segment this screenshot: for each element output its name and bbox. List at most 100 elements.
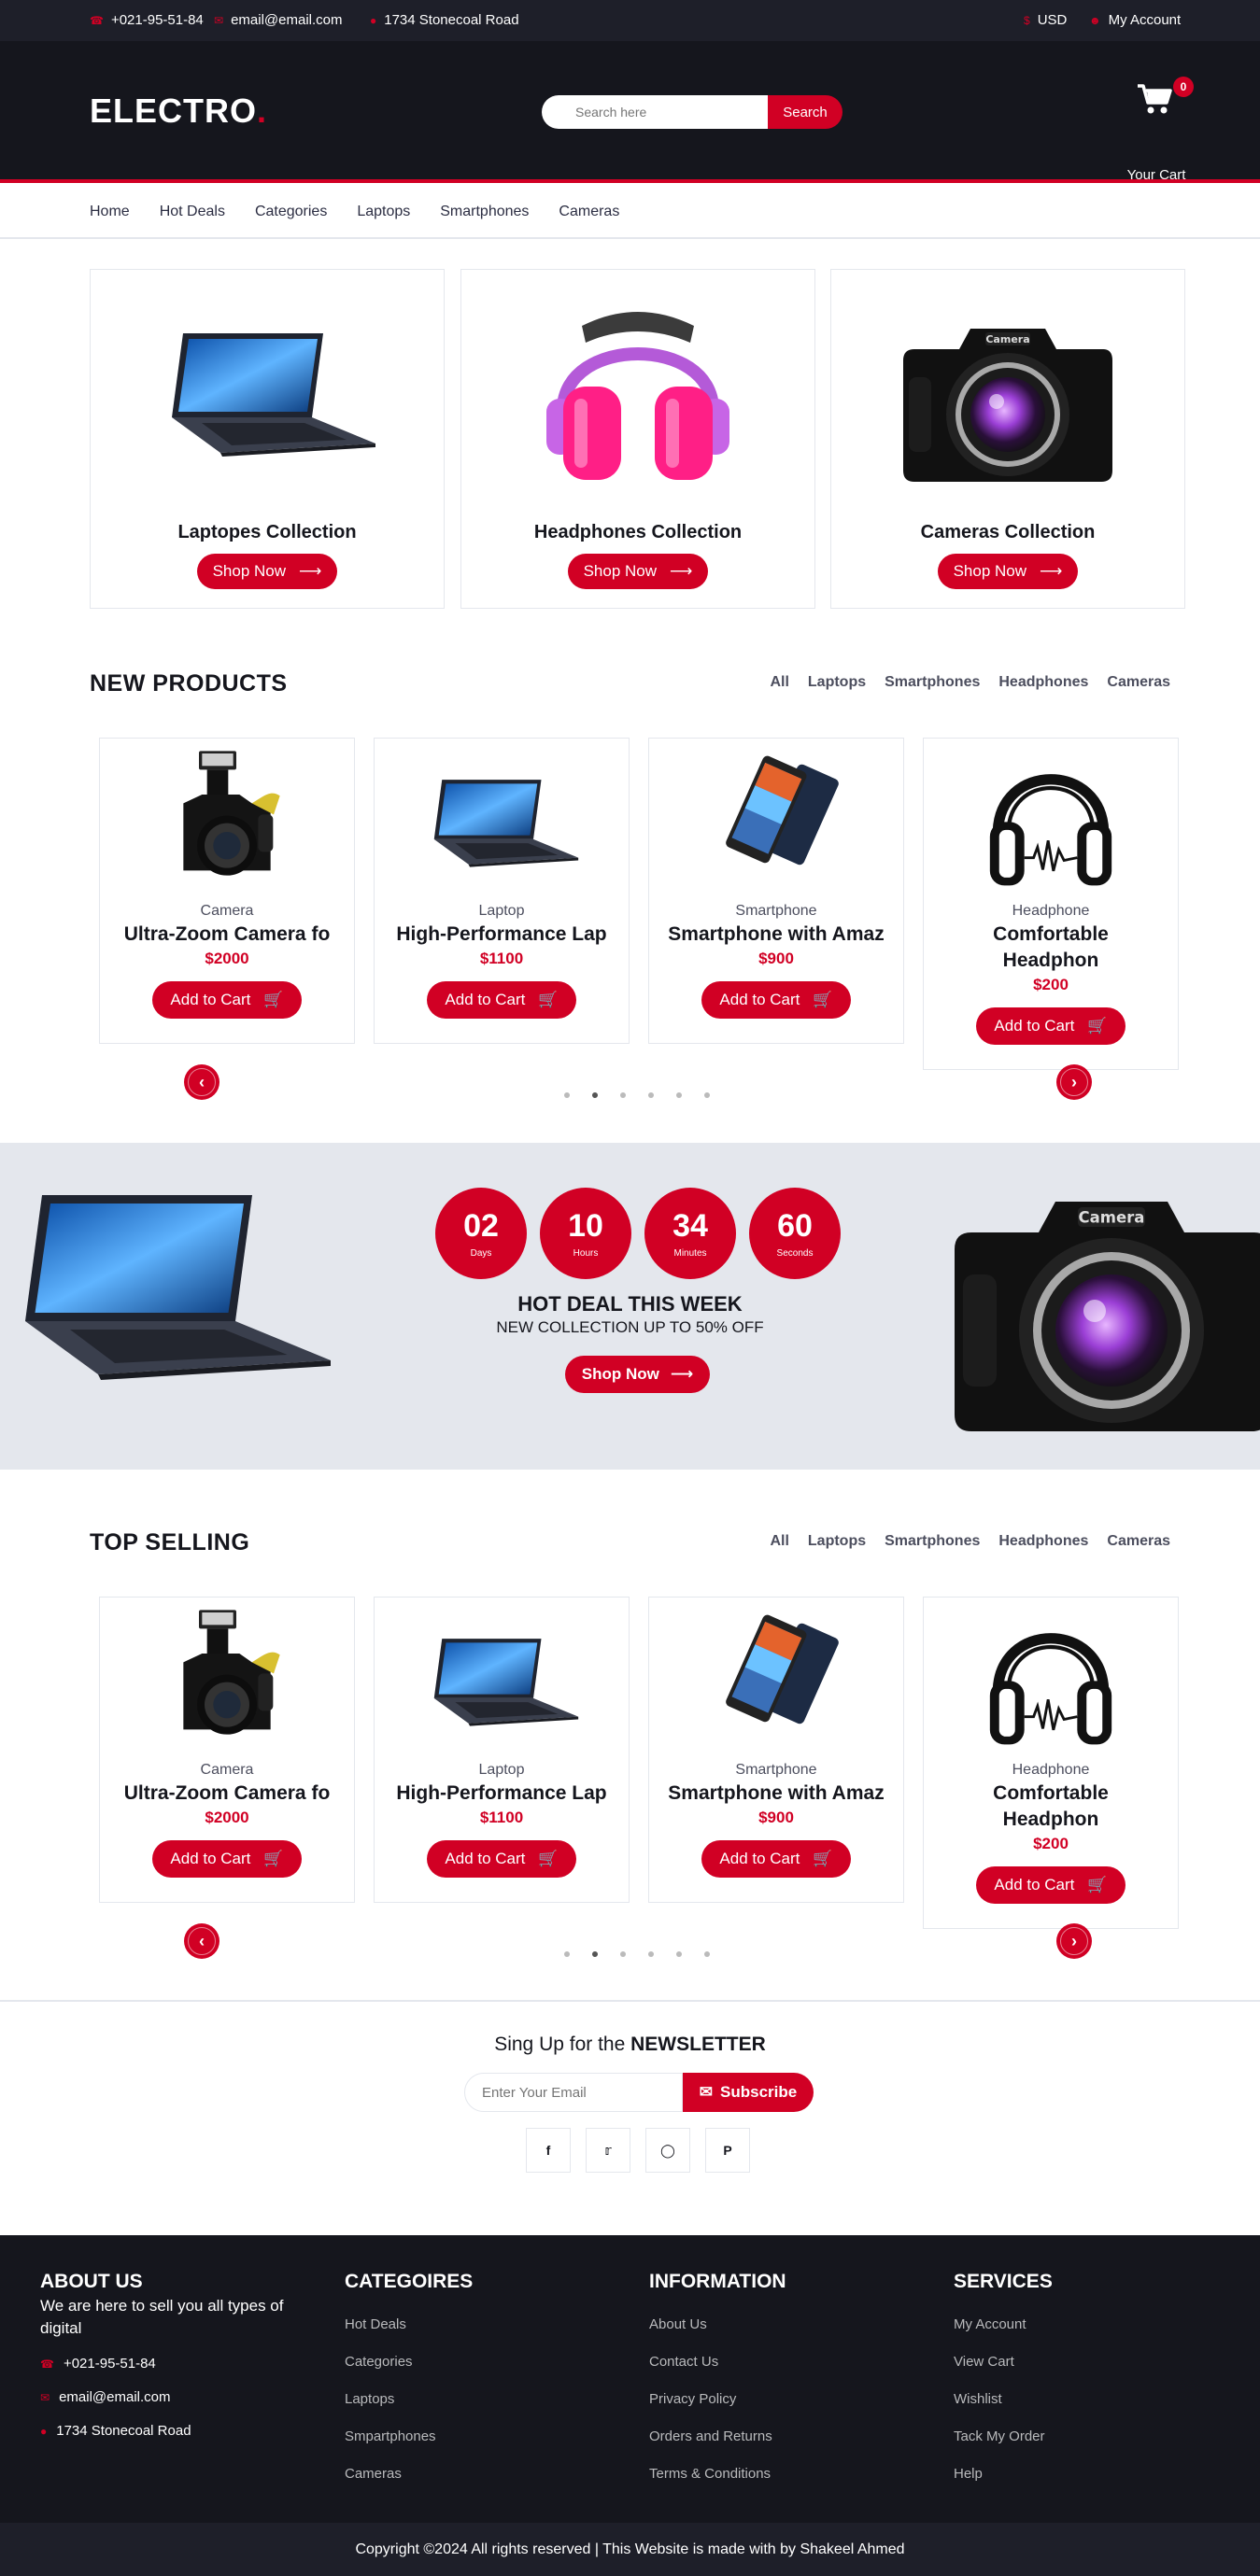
add-to-cart-button[interactable]: Add to Cart 🛒 bbox=[976, 1007, 1126, 1045]
carousel-next-button[interactable]: › bbox=[1056, 1064, 1092, 1100]
footer-link[interactable]: Laptops bbox=[345, 2381, 473, 2418]
nav-hot-deals[interactable]: Hot Deals bbox=[160, 204, 225, 220]
footer-link[interactable]: View Cart bbox=[954, 2344, 1053, 2381]
nav-home[interactable]: Home bbox=[90, 204, 130, 220]
collection-card-headphones[interactable]: Headphones Collection Shop Now ⟶ bbox=[460, 269, 815, 609]
search-input[interactable] bbox=[542, 95, 768, 129]
footer-link[interactable]: Cameras bbox=[345, 2456, 473, 2493]
footer-link[interactable]: About Us bbox=[649, 2306, 786, 2344]
carousel-dot[interactable] bbox=[676, 1092, 682, 1098]
carousel-dot-active[interactable] bbox=[592, 1951, 598, 1957]
footer-link[interactable]: Terms & Conditions bbox=[649, 2456, 786, 2493]
twitter-icon[interactable]: 𝕣 bbox=[586, 2128, 630, 2173]
carousel-dot[interactable] bbox=[648, 1092, 654, 1098]
product-card[interactable]: Smartphone Smartphone with Amaz $900 Add… bbox=[648, 1597, 904, 1903]
nav-laptops[interactable]: Laptops bbox=[357, 204, 410, 220]
carousel-dot[interactable] bbox=[704, 1951, 710, 1957]
pinterest-icon[interactable]: P bbox=[705, 2128, 750, 2173]
tab-smartphones[interactable]: Smartphones bbox=[885, 1533, 980, 1550]
footer-link[interactable]: Categories bbox=[345, 2344, 473, 2381]
footer-link[interactable]: Help bbox=[954, 2456, 1053, 2493]
add-to-cart-button[interactable]: Add to Cart 🛒 bbox=[427, 981, 576, 1019]
footer-link[interactable]: Contact Us bbox=[649, 2344, 786, 2381]
carousel-dot[interactable] bbox=[676, 1951, 682, 1957]
footer-phone[interactable]: ☎ +021-95-51-84 bbox=[40, 2347, 311, 2381]
tab-all[interactable]: All bbox=[770, 674, 788, 691]
product-card[interactable]: Camera Ultra-Zoom Camera fo $2000 Add to… bbox=[99, 738, 355, 1044]
carousel-dot[interactable] bbox=[564, 1092, 570, 1098]
carousel-dot[interactable] bbox=[564, 1951, 570, 1957]
product-name[interactable]: Ultra-Zoom Camera fo bbox=[100, 1781, 354, 1807]
carousel-dot-active[interactable] bbox=[592, 1092, 598, 1098]
add-to-cart-button[interactable]: Add to Cart 🛒 bbox=[152, 1840, 302, 1878]
product-name[interactable]: High-Performance Lap bbox=[375, 1781, 629, 1807]
tab-smartphones[interactable]: Smartphones bbox=[885, 674, 980, 691]
footer-address[interactable]: ● 1734 Stonecoal Road bbox=[40, 2414, 311, 2448]
logo[interactable]: ELECTRO. bbox=[90, 91, 267, 131]
instagram-icon[interactable]: ◯ bbox=[645, 2128, 690, 2173]
facebook-icon[interactable]: f bbox=[526, 2128, 571, 2173]
footer-email[interactable]: ✉ email@email.com bbox=[40, 2381, 311, 2414]
product-name[interactable]: Comfortable Headphon bbox=[924, 1781, 1178, 1833]
tab-laptops[interactable]: Laptops bbox=[808, 674, 866, 691]
collection-card-cameras[interactable]: Cameras Collection Shop Now ⟶ bbox=[830, 269, 1185, 609]
product-card[interactable]: Laptop High-Performance Lap $1100 Add to… bbox=[374, 738, 630, 1044]
product-name[interactable]: Smartphone with Amaz bbox=[649, 1781, 903, 1807]
carousel-prev-button[interactable]: ‹ bbox=[184, 1923, 219, 1959]
footer-link[interactable]: Privacy Policy bbox=[649, 2381, 786, 2418]
product-name[interactable]: High-Performance Lap bbox=[375, 922, 629, 948]
countdown-value: 34 bbox=[672, 1208, 708, 1244]
hot-deal-shop-now-button[interactable]: Shop Now ⟶ bbox=[565, 1356, 710, 1393]
topbar-phone[interactable]: ☎ +021-95-51-84 bbox=[90, 12, 204, 28]
shop-now-button[interactable]: Shop Now ⟶ bbox=[568, 554, 708, 589]
topbar-email[interactable]: ✉ email@email.com bbox=[214, 12, 342, 28]
product-card[interactable]: Camera Ultra-Zoom Camera fo $2000 Add to… bbox=[99, 1597, 355, 1903]
carousel-dot[interactable] bbox=[704, 1092, 710, 1098]
carousel-next-button[interactable]: › bbox=[1056, 1923, 1092, 1959]
product-card[interactable]: Headphone Comfortable Headphon $200 Add … bbox=[923, 738, 1179, 1070]
my-account-link[interactable]: ☻ My Account bbox=[1089, 12, 1181, 28]
product-card[interactable]: Headphone Comfortable Headphon $200 Add … bbox=[923, 1597, 1179, 1929]
product-card[interactable]: Laptop High-Performance Lap $1100 Add to… bbox=[374, 1597, 630, 1903]
tab-cameras[interactable]: Cameras bbox=[1107, 674, 1170, 691]
search-button[interactable]: Search bbox=[768, 95, 842, 129]
add-to-cart-button[interactable]: Add to Cart 🛒 bbox=[701, 981, 851, 1019]
product-name[interactable]: Ultra-Zoom Camera fo bbox=[100, 922, 354, 948]
tab-all[interactable]: All bbox=[770, 1533, 788, 1550]
carousel-dot[interactable] bbox=[648, 1951, 654, 1957]
collection-card-laptops[interactable]: Laptopes Collection Shop Now ⟶ bbox=[90, 269, 445, 609]
footer-link[interactable]: Hot Deals bbox=[345, 2306, 473, 2344]
footer-link[interactable]: Tack My Order bbox=[954, 2418, 1053, 2456]
carousel-prev-button[interactable]: ‹ bbox=[184, 1064, 219, 1100]
carousel-dot[interactable] bbox=[620, 1092, 626, 1098]
product-card[interactable]: Smartphone Smartphone with Amaz $900 Add… bbox=[648, 738, 904, 1044]
topbar-address[interactable]: ● 1734 Stonecoal Road bbox=[370, 12, 519, 28]
add-to-cart-button[interactable]: Add to Cart 🛒 bbox=[976, 1866, 1126, 1904]
nav-smartphones[interactable]: Smartphones bbox=[440, 204, 529, 220]
product-name[interactable]: Comfortable Headphon bbox=[924, 922, 1178, 974]
footer-email-text: email@email.com bbox=[59, 2389, 171, 2405]
cart-label[interactable]: Your Cart bbox=[1100, 167, 1212, 183]
subscribe-button[interactable]: ✉ Subscribe bbox=[683, 2073, 814, 2112]
add-to-cart-button[interactable]: Add to Cart 🛒 bbox=[427, 1840, 576, 1878]
footer-link[interactable]: My Account bbox=[954, 2306, 1053, 2344]
tab-headphones[interactable]: Headphones bbox=[998, 1533, 1088, 1550]
nav-categories[interactable]: Categories bbox=[255, 204, 327, 220]
tab-cameras[interactable]: Cameras bbox=[1107, 1533, 1170, 1550]
tab-laptops[interactable]: Laptops bbox=[808, 1533, 866, 1550]
add-to-cart-button[interactable]: Add to Cart 🛒 bbox=[701, 1840, 851, 1878]
tab-headphones[interactable]: Headphones bbox=[998, 674, 1088, 691]
shop-now-button[interactable]: Shop Now ⟶ bbox=[938, 554, 1078, 589]
add-to-cart-button[interactable]: Add to Cart 🛒 bbox=[152, 981, 302, 1019]
nav-cameras[interactable]: Cameras bbox=[559, 204, 619, 220]
newsletter-email-input[interactable] bbox=[464, 2073, 683, 2112]
product-name[interactable]: Smartphone with Amaz bbox=[649, 922, 903, 948]
footer-link[interactable]: Wishlist bbox=[954, 2381, 1053, 2418]
cart-button[interactable]: 0 bbox=[1117, 75, 1196, 149]
carousel-dot[interactable] bbox=[620, 1951, 626, 1957]
footer: ABOUT US We are here to sell you all typ… bbox=[0, 2235, 1260, 2523]
footer-link[interactable]: Orders and Returns bbox=[649, 2418, 786, 2456]
shop-now-button[interactable]: Shop Now ⟶ bbox=[197, 554, 337, 589]
footer-link[interactable]: Smpartphones bbox=[345, 2418, 473, 2456]
currency-selector[interactable]: $ USD bbox=[1024, 12, 1067, 28]
